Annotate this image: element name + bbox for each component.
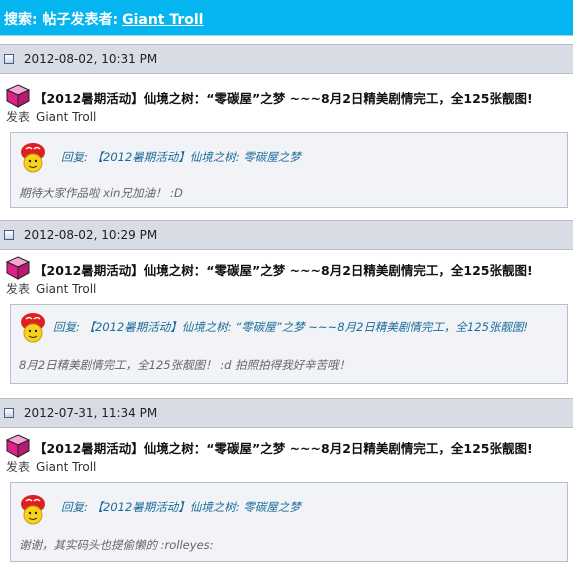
thread-title-text: 【2012暑期活动】仙境之树：“零碳屋”之梦 ~~~8月2日精美剧情完工，全12…	[34, 263, 533, 278]
thread-title-link[interactable]: 【2012暑期活动】仙境之树：“零碳屋”之梦 ~~~8月2日精美剧情完工，全12…	[5, 434, 533, 461]
pink-cube-icon	[5, 256, 31, 283]
post-date-bar: 2012-07-31, 11:34 PM	[0, 398, 573, 428]
thread-title-link[interactable]: 【2012暑期活动】仙境之树：“零碳屋”之梦 ~~~8月2日精美剧情完工，全12…	[5, 84, 533, 111]
quote-header-link[interactable]: 回复: 【2012暑期活动】仙境之树: “零碳屋”之梦 ~~~8月2日精美剧情完…	[53, 319, 528, 335]
post-date-bar: 2012-08-02, 10:29 PM	[0, 220, 573, 250]
thread-title-link[interactable]: 【2012暑期活动】仙境之树：“零碳屋”之梦 ~~~8月2日精美剧情完工，全12…	[5, 256, 533, 283]
quote-box: 回复: 【2012暑期活动】仙境之树: “零碳屋”之梦 ~~~8月2日精美剧情完…	[10, 304, 568, 384]
thread-title-text: 【2012暑期活动】仙境之树：“零碳屋”之梦 ~~~8月2日精美剧情完工，全12…	[34, 91, 533, 106]
troll-avatar-icon	[17, 493, 49, 528]
quote-box: 回复: 【2012暑期活动】仙境之树: 零碳屋之梦 期待大家作品啦 xin兄加油…	[10, 132, 568, 208]
poster-line: 发表 Giant Troll	[6, 458, 96, 475]
page-icon	[4, 408, 14, 418]
pink-cube-icon	[5, 434, 31, 461]
quote-header-link[interactable]: 回复: 【2012暑期活动】仙境之树: 零碳屋之梦	[61, 149, 301, 165]
post-date-bar: 2012-08-02, 10:31 PM	[0, 44, 573, 74]
poster-label: 发表	[6, 460, 31, 474]
poster-name[interactable]: Giant Troll	[36, 460, 96, 474]
post-date: 2012-08-02, 10:31 PM	[23, 52, 158, 66]
quote-text: 谢谢，其实码头也提偷懒的 :rolleyes:	[19, 538, 214, 552]
page-icon	[4, 54, 14, 64]
page-icon	[4, 230, 14, 240]
poster-label: 发表	[6, 282, 31, 296]
post-item: 2012-07-31, 11:34 PM 【2012暑期活动】仙境之树：“零碳屋…	[0, 398, 573, 576]
thread-title-text: 【2012暑期活动】仙境之树：“零碳屋”之梦 ~~~8月2日精美剧情完工，全12…	[34, 441, 533, 456]
poster-name[interactable]: Giant Troll	[36, 110, 96, 124]
poster-line: 发表 Giant Troll	[6, 108, 96, 125]
troll-avatar-icon	[17, 141, 49, 176]
pink-cube-icon	[5, 84, 31, 111]
search-results-header: 搜索: 帖子发表者: Giant Troll	[0, 0, 573, 36]
post-date: 2012-07-31, 11:34 PM	[23, 406, 158, 420]
header-label: 搜索: 帖子发表者:	[4, 12, 119, 28]
poster-name[interactable]: Giant Troll	[36, 282, 96, 296]
quote-text: 期待大家作品啦 xin兄加油！ :D	[19, 186, 183, 200]
header-user-link[interactable]: Giant Troll	[122, 12, 203, 28]
poster-line: 发表 Giant Troll	[6, 280, 96, 297]
quote-box: 回复: 【2012暑期活动】仙境之树: 零碳屋之梦 谢谢，其实码头也提偷懒的 :…	[10, 482, 568, 562]
quote-header-link[interactable]: 回复: 【2012暑期活动】仙境之树: 零碳屋之梦	[61, 499, 301, 515]
quote-text: 8月2日精美剧情完工，全125张靓图！ :d 拍照拍得我好辛苦哦！	[19, 358, 351, 372]
post-item: 2012-08-02, 10:29 PM 【2012暑期活动】仙境之树：“零碳屋…	[0, 220, 573, 396]
poster-label: 发表	[6, 110, 31, 124]
post-item: 2012-08-02, 10:31 PM 【2012暑期活动】仙境之树：“零碳屋…	[0, 44, 573, 218]
post-date: 2012-08-02, 10:29 PM	[23, 228, 158, 242]
troll-avatar-icon	[17, 311, 49, 346]
